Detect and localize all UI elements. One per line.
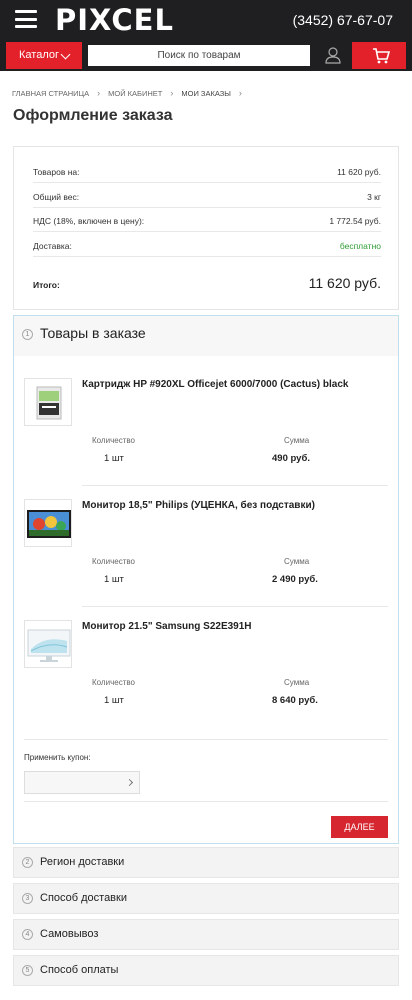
cart-button[interactable] [352, 42, 406, 69]
section-delivery-region[interactable]: 2 Регион доставки [13, 847, 399, 878]
sum-value: 2 490 руб. [272, 574, 318, 585]
product-name[interactable]: Картридж HP #920XL Officejet 6000/7000 (… [82, 378, 392, 392]
summary-value: бесплатно [339, 241, 381, 251]
cart-icon [373, 48, 391, 64]
search-bar: Каталог [0, 40, 412, 71]
summary-label: НДС (18%, включен в цену): [33, 216, 145, 226]
quantity-label: Количество [92, 557, 135, 566]
summary-value: 1 772.54 руб. [329, 216, 381, 226]
section-title: Способ доставки [40, 892, 127, 904]
summary-label: Общий вес: [33, 192, 80, 202]
product-name[interactable]: Монитор 21.5" Samsung S22E391H [82, 620, 392, 634]
total-value: 11 620 руб. [308, 275, 381, 291]
breadcrumb-cabinet[interactable]: МОЙ КАБИНЕТ [108, 89, 162, 98]
divider [82, 485, 388, 486]
chevron-down-icon [60, 49, 71, 60]
total-label: Итого: [33, 280, 60, 290]
divider [82, 606, 388, 607]
summary-label: Доставка: [33, 241, 72, 251]
summary-value: 11 620 руб. [337, 167, 381, 177]
order-item: Монитор 18,5" Philips (УЦЕНКА, без подст… [14, 499, 398, 607]
divider [24, 801, 388, 802]
summary-row-vat: НДС (18%, включен в цену): 1 772.54 руб. [33, 208, 381, 232]
order-item: Картридж HP #920XL Officejet 6000/7000 (… [14, 378, 398, 486]
quantity-label: Количество [92, 436, 135, 445]
sum-label: Сумма [284, 678, 310, 687]
section-title: Самовывоз [40, 928, 99, 940]
page-title: Оформление заказа [13, 107, 173, 124]
catalog-button[interactable]: Каталог [6, 42, 82, 69]
chevron-right-icon: › [97, 88, 101, 98]
product-name[interactable]: Монитор 18,5" Philips (УЦЕНКА, без подст… [82, 499, 392, 513]
section-payment-method[interactable]: 5 Способ оплаты [13, 955, 399, 986]
step-number: 2 [22, 857, 33, 868]
chevron-right-icon: › [170, 88, 174, 98]
goods-section-title: Товары в заказе [40, 325, 146, 341]
quantity-value: 1 шт [104, 453, 124, 464]
breadcrumb-home[interactable]: ГЛАВНАЯ СТРАНИЦА [12, 89, 89, 98]
user-icon [325, 47, 341, 64]
catalog-label: Каталог [19, 49, 59, 61]
divider [24, 739, 388, 740]
goods-section-header[interactable]: 1 Товары в заказе [14, 316, 398, 356]
summary-row-weight: Общий вес: 3 кг [33, 184, 381, 208]
breadcrumb: ГЛАВНАЯ СТРАНИЦА › МОЙ КАБИНЕТ › МОИ ЗАК… [12, 88, 250, 98]
product-image-monitor[interactable] [24, 499, 72, 547]
step-number: 5 [22, 965, 33, 976]
chevron-right-icon: › [238, 88, 242, 98]
section-title: Способ оплаты [40, 964, 119, 976]
product-image-cartridge[interactable] [24, 378, 72, 426]
breadcrumb-orders[interactable]: МОИ ЗАКАЗЫ [181, 89, 231, 98]
step-number: 1 [22, 329, 33, 340]
summary-label: Товаров на: [33, 167, 80, 177]
summary-value: 3 кг [367, 192, 381, 202]
order-item: Монитор 21.5" Samsung S22E391H Количеств… [14, 620, 398, 728]
quantity-label: Количество [92, 678, 135, 687]
sum-value: 490 руб. [272, 453, 310, 464]
sum-value: 8 640 руб. [272, 695, 318, 706]
user-button[interactable] [318, 42, 348, 69]
quantity-value: 1 шт [104, 574, 124, 585]
goods-section: 1 Товары в заказе Картридж HP #920XL Off… [13, 315, 399, 844]
section-pickup[interactable]: 4 Самовывоз [13, 919, 399, 950]
sum-label: Сумма [284, 436, 310, 445]
section-title: Регион доставки [40, 856, 125, 868]
order-summary: Товаров на: 11 620 руб. Общий вес: 3 кг … [13, 146, 399, 310]
coupon-input[interactable] [24, 771, 140, 794]
step-number: 3 [22, 893, 33, 904]
summary-row-delivery: Доставка: бесплатно [33, 233, 381, 257]
coupon-label: Применить купон: [24, 753, 91, 762]
top-header: PIXCEL (3452) 67-67-07 [0, 0, 412, 40]
search-input[interactable] [88, 45, 310, 66]
menu-icon[interactable] [15, 10, 37, 28]
quantity-value: 1 шт [104, 695, 124, 706]
sum-label: Сумма [284, 557, 310, 566]
phone-number[interactable]: (3452) 67-67-07 [293, 12, 393, 28]
section-delivery-method[interactable]: 3 Способ доставки [13, 883, 399, 914]
chevron-right-icon[interactable] [125, 778, 134, 787]
next-button[interactable]: ДАЛЕЕ [331, 816, 388, 838]
summary-row-goods: Товаров на: 11 620 руб. [33, 159, 381, 183]
site-logo[interactable]: PIXCEL [55, 3, 174, 37]
product-image-monitor[interactable] [24, 620, 72, 668]
step-number: 4 [22, 929, 33, 940]
